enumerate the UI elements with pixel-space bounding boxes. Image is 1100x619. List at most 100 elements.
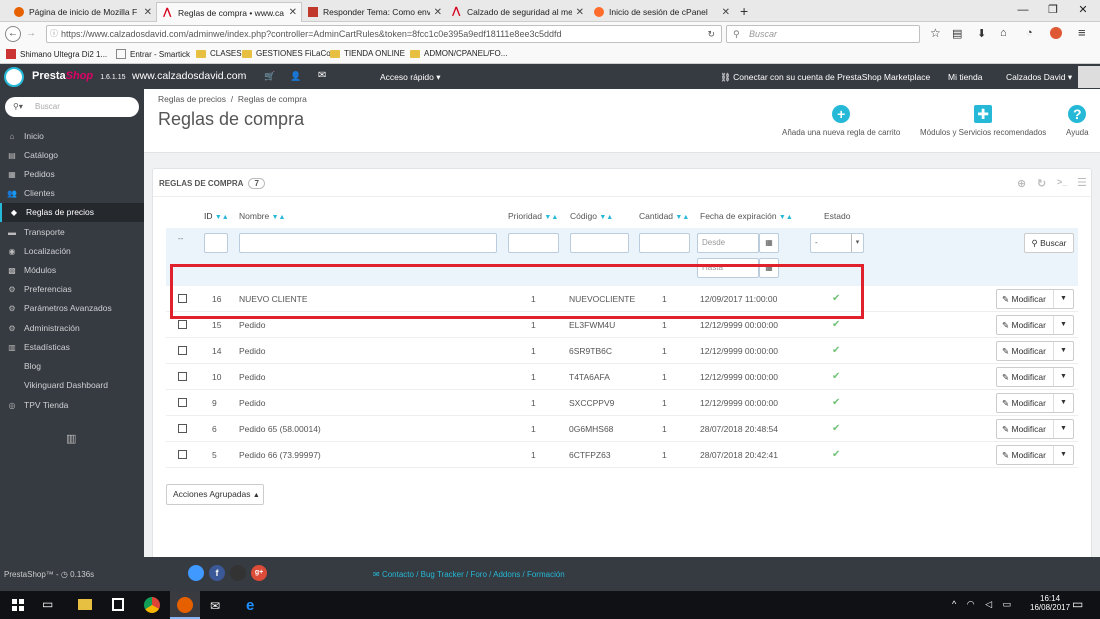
column-header-codigo[interactable]: Código ▼▲ xyxy=(570,211,613,221)
filter-codigo-input[interactable] xyxy=(570,233,629,253)
google-plus-icon[interactable]: g+ xyxy=(251,565,267,581)
bookmark-folder[interactable]: GESTIONES FiLaCo xyxy=(242,49,331,58)
marketplace-link[interactable]: ⛓ Conectar con su cuenta de PrestaShop M… xyxy=(720,72,930,83)
chrome-icon[interactable] xyxy=(144,597,160,613)
forward-arrow-icon[interactable]: → xyxy=(26,28,36,39)
filter-estado-select[interactable]: - ▾ xyxy=(810,233,864,253)
filter-cantidad-input[interactable] xyxy=(639,233,690,253)
row-checkbox[interactable] xyxy=(178,372,187,381)
sql-query-icon[interactable]: >_ xyxy=(1057,177,1067,187)
edit-button[interactable]: ✎ Modificar ▼ xyxy=(996,419,1074,439)
prestashop-logo-icon[interactable] xyxy=(4,67,24,87)
user-menu[interactable]: Calzados David ▾ xyxy=(1006,72,1072,83)
download-icon[interactable]: ⬇ xyxy=(977,27,986,40)
filter-fecha-hasta-input[interactable]: Hasta xyxy=(697,258,759,278)
filter-nombre-input[interactable] xyxy=(239,233,497,253)
info-icon[interactable]: ⓘ xyxy=(50,26,58,42)
sort-arrows-icon[interactable]: ▼▲ xyxy=(675,214,689,221)
sidebar-item-parametros-avanzados[interactable]: ⚙ Parámetros Avanzados xyxy=(0,299,144,318)
collapse-sidebar-icon[interactable]: ▥ xyxy=(66,432,76,445)
row-checkbox[interactable] xyxy=(178,398,187,407)
bookmark-folder[interactable]: ADMON/CPANEL/FO... xyxy=(410,49,507,58)
duckduckgo-icon[interactable] xyxy=(1050,27,1062,39)
sort-arrows-icon[interactable]: ▼▲ xyxy=(272,214,286,221)
column-header-nombre[interactable]: Nombre ▼▲ xyxy=(239,211,285,221)
caret-down-icon[interactable]: ▼ xyxy=(1053,316,1073,334)
github-icon[interactable] xyxy=(230,565,246,581)
sidebar-item-tpv-tienda[interactable]: ◎ TPV Tienda xyxy=(0,396,144,415)
caret-down-icon[interactable]: ▼ xyxy=(1053,420,1073,438)
sidebar-search-input[interactable]: ⚲▾ Buscar xyxy=(5,97,139,117)
footer-link-bug-tracker[interactable]: Bug Tracker xyxy=(421,570,464,579)
clock[interactable]: 16:14 16/08/2017 xyxy=(1030,594,1070,612)
footer-link-foro[interactable]: Foro xyxy=(470,570,486,579)
user-icon[interactable]: 👤 xyxy=(290,71,301,82)
cart-icon[interactable]: 🛒 xyxy=(264,71,275,82)
sidebar-item-estadisticas[interactable]: ▥ Estadísticas xyxy=(0,338,144,357)
column-header-prioridad[interactable]: Prioridad ▼▲ xyxy=(508,211,558,221)
url-bar[interactable]: ⓘ https://www.calzadosdavid.com/adminwe/… xyxy=(46,25,722,43)
reload-icon[interactable]: ↻ xyxy=(707,26,715,42)
store-icon[interactable] xyxy=(112,598,124,611)
sidebar-item-blog[interactable]: Blog xyxy=(0,357,144,376)
back-arrow-icon[interactable]: ← xyxy=(5,26,21,42)
browser-tab[interactable]: ⋀ Calzado de seguridad al mej ✕ xyxy=(446,2,588,22)
bookmark-item[interactable]: Shimano Ultegra Di2 1... xyxy=(6,49,107,59)
caret-down-icon[interactable]: ▼ xyxy=(1053,368,1073,386)
sidebar-item-vikinguard[interactable]: Vikinguard Dashboard xyxy=(0,376,144,395)
task-view-icon[interactable]: ▭ xyxy=(42,597,53,611)
sort-arrows-icon[interactable]: ▼▲ xyxy=(599,214,613,221)
edge-icon[interactable]: e xyxy=(246,597,254,614)
close-tab-icon[interactable]: ✕ xyxy=(722,7,730,18)
recommended-modules-button[interactable]: ✚ Módulos y Servicios recomendados xyxy=(920,105,1046,137)
facebook-icon[interactable]: f xyxy=(209,565,225,581)
browser-tab-active[interactable]: ⋀ Reglas de compra • www.ca ✕ xyxy=(156,2,302,22)
edit-button[interactable]: ✎ Modificar ▼ xyxy=(996,289,1074,309)
mail-icon[interactable]: ✉ xyxy=(210,599,220,613)
sidebar-item-modulos[interactable]: ▩ Módulos xyxy=(0,261,144,280)
caret-down-icon[interactable]: ▼ xyxy=(1053,446,1073,464)
minimize-icon[interactable]: — xyxy=(1008,0,1038,20)
close-tab-icon[interactable]: ✕ xyxy=(576,7,584,18)
calendar-icon[interactable]: ▦ xyxy=(759,233,779,253)
sidebar-item-transporte[interactable]: ▬ Transporte xyxy=(0,223,144,242)
reading-list-icon[interactable]: ▤ xyxy=(952,27,962,40)
bookmark-item[interactable]: Entrar - Smartick xyxy=(116,49,190,59)
new-tab-icon[interactable]: + xyxy=(740,3,748,19)
brand[interactable]: PrestaShop 1.6.1.15 xyxy=(32,70,126,82)
restore-icon[interactable]: ❐ xyxy=(1038,0,1068,20)
edit-button[interactable]: ✎ Modificar ▼ xyxy=(996,341,1074,361)
caret-down-icon[interactable]: ▼ xyxy=(1053,342,1073,360)
filter-prioridad-input[interactable] xyxy=(508,233,559,253)
mail-icon[interactable]: ✉ xyxy=(318,70,326,81)
sidebar-item-preferencias[interactable]: ⚙ Preferencias xyxy=(0,280,144,299)
bookmark-folder[interactable]: CLASES xyxy=(196,49,242,58)
search-button[interactable]: ⚲ Buscar xyxy=(1024,233,1074,253)
row-checkbox[interactable] xyxy=(178,424,187,433)
close-tab-icon[interactable]: ✕ xyxy=(144,7,152,18)
browser-search-input[interactable]: ⚲ Buscar xyxy=(726,25,920,43)
sort-arrows-icon[interactable]: ▼▲ xyxy=(215,214,229,221)
column-header-fecha[interactable]: Fecha de expiración ▼▲ xyxy=(700,211,793,221)
sort-arrows-icon[interactable]: ▼▲ xyxy=(779,214,793,221)
footer-link-formacion[interactable]: Formación xyxy=(527,570,565,579)
site-link[interactable]: www.calzadosdavid.com xyxy=(132,70,246,82)
footer-link-contacto[interactable]: ✉ Contacto xyxy=(373,570,414,579)
browser-tab[interactable]: Responder Tema: Como env ✕ xyxy=(302,2,446,22)
sidebar-item-reglas-de-precios[interactable]: ◆ Reglas de precios xyxy=(0,203,144,222)
calendar-icon[interactable]: ▦ xyxy=(759,258,779,278)
sort-arrows-icon[interactable]: ▼▲ xyxy=(544,214,558,221)
add-icon[interactable]: ⊕ xyxy=(1017,177,1026,190)
edit-button[interactable]: ✎ Modificar ▼ xyxy=(996,315,1074,335)
column-header-cantidad[interactable]: Cantidad ▼▲ xyxy=(639,211,689,221)
sidebar-item-clientes[interactable]: 👥 Clientes xyxy=(0,184,144,203)
close-window-icon[interactable]: ✕ xyxy=(1068,0,1098,20)
browser-tab[interactable]: Página de inicio de Mozilla F ✕ xyxy=(8,2,156,22)
sidebar-item-localizacion[interactable]: ◉ Localización xyxy=(0,242,144,261)
twitter-icon[interactable] xyxy=(188,565,204,581)
home-icon[interactable]: ⌂ xyxy=(1000,27,1007,39)
column-header-id[interactable]: ID ▼▲ xyxy=(204,211,229,221)
row-checkbox[interactable] xyxy=(178,346,187,355)
add-cart-rule-button[interactable]: + Añada una nueva regla de carrito xyxy=(782,105,900,137)
edit-button[interactable]: ✎ Modificar ▼ xyxy=(996,393,1074,413)
